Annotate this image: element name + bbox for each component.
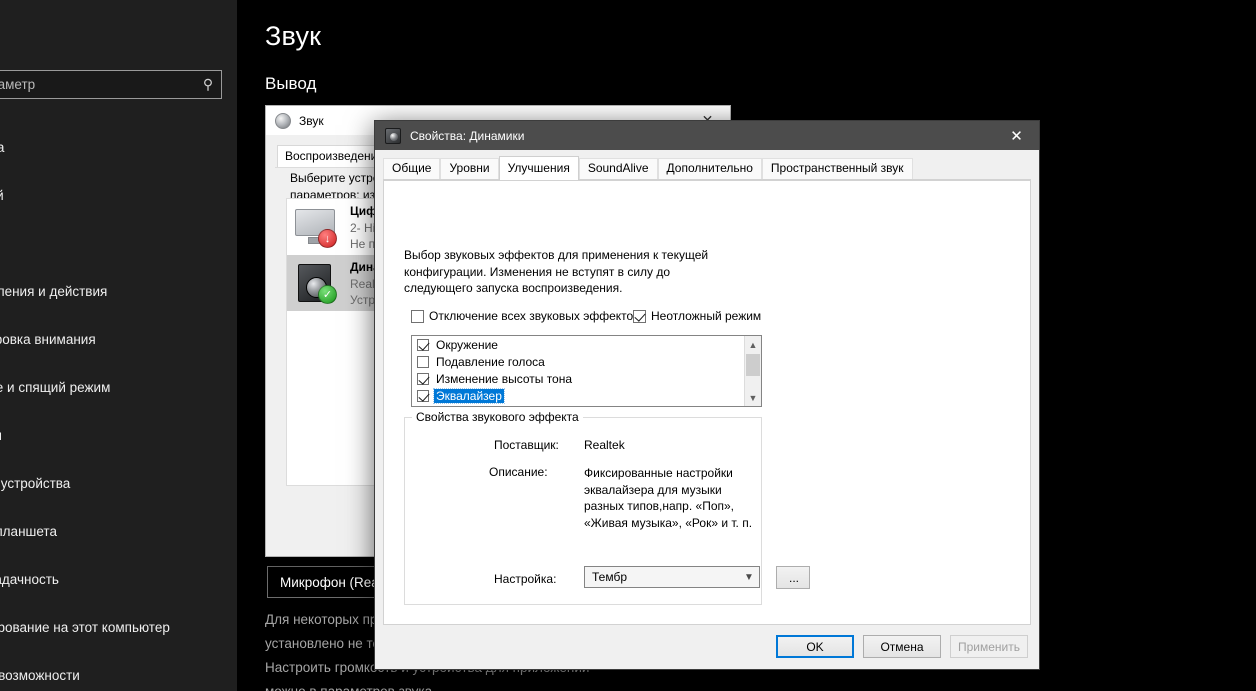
speaker-icon [275, 112, 291, 129]
effect-row-pitch-shift[interactable]: Изменение высоты тона [412, 370, 761, 387]
sidebar-item-label: Фокусировка внимания [0, 331, 96, 347]
sidebar-item-focus-assist[interactable]: Фокусировка внимания [0, 315, 236, 363]
effect-label: Окружение [436, 337, 498, 352]
properties-body: Общие Уровни Улучшения SoundAlive Дополн… [375, 150, 1039, 669]
checkbox-box[interactable] [417, 407, 429, 408]
setting-dropdown-value: Тембр [592, 570, 627, 584]
effect-row-equalizer[interactable]: Эквалайзер [412, 387, 761, 404]
default-device-badge-icon: ✓ [318, 285, 337, 304]
sidebar-item-label: Проецирование на этот компьютер [0, 619, 170, 635]
dialog-button-row: OK Отмена Применить [776, 635, 1028, 658]
browse-button[interactable]: ... [776, 566, 810, 589]
chevron-down-icon[interactable]: ▼ [745, 389, 761, 406]
speaker-properties-icon [385, 127, 401, 144]
tab-soundalive[interactable]: SoundAlive [578, 158, 658, 179]
properties-tabstrip: Общие Уровни Улучшения SoundAlive Дополн… [383, 156, 1031, 180]
tab-levels[interactable]: Уровни [440, 158, 499, 179]
sidebar-nav-list: Система Дисплей Звук Уведомления и дейст… [0, 123, 236, 691]
disable-all-effects-checkbox[interactable]: Отключение всех звуковых эффектов [411, 309, 640, 323]
cancel-button[interactable]: Отмена [863, 635, 941, 658]
sidebar-item-label: Многозадачность [0, 571, 59, 587]
checkbox-box [633, 309, 646, 323]
vendor-label: Поставщик: [494, 438, 559, 452]
effect-label: Эквалайзер [433, 387, 505, 404]
sidebar-item-label: Дисплей [0, 188, 4, 203]
checkbox-box[interactable] [417, 338, 429, 351]
sidebar-item-storage[interactable]: Память устройства [0, 459, 236, 507]
sidebar-home-item[interactable]: Главная [0, 25, 170, 40]
ok-button[interactable]: OK [776, 635, 854, 658]
description-label: Описание: [489, 465, 548, 479]
effect-row-voice-cancellation[interactable]: Подавление голоса [412, 353, 761, 370]
speaker-properties-dialog: Свойства: Динамики ✕ Общие Уровни Улучше… [374, 120, 1040, 670]
sidebar-item-multitasking[interactable]: Многозадачность [0, 555, 236, 603]
settings-sidebar: Главная Найти параметр ⚲ Система Дисплей… [0, 0, 237, 691]
properties-titlebar: Свойства: Динамики ✕ [375, 121, 1039, 150]
sidebar-item-label: Система [0, 139, 5, 155]
effect-properties-group-title: Свойства звукового эффекта [412, 410, 583, 424]
speaker-icon: ✓ [292, 261, 340, 305]
sidebar-item-tablet-mode[interactable]: Режим планшета [0, 507, 236, 555]
apply-button[interactable]: Применить [950, 635, 1028, 658]
setting-label: Настройка: [494, 572, 557, 586]
sidebar-item-label: Общие возможности [0, 667, 80, 683]
sidebar-item-projecting[interactable]: Проецирование на этот компьютер [0, 603, 236, 651]
properties-dialog-title: Свойства: Динамики [410, 128, 525, 143]
effect-row-environment[interactable]: Окружение [412, 336, 761, 353]
sound-effects-list[interactable]: Окружение Подавление голоса Изменение вы… [411, 335, 762, 407]
sidebar-item-shared-experiences[interactable]: Общие возможности [0, 651, 236, 691]
immediate-mode-checkbox[interactable]: Неотложный режим [633, 309, 761, 323]
tab-enhancements[interactable]: Улучшения [498, 156, 579, 180]
monitor-icon: ↓ [292, 205, 340, 249]
tab-advanced[interactable]: Дополнительно [657, 158, 762, 179]
effect-label: Изменение высоты тона [436, 371, 573, 386]
sound-dialog-title: Звук [299, 113, 324, 128]
vendor-value: Realtek [584, 438, 625, 452]
page-title: Звук [265, 21, 322, 51]
enhancements-tab-panel: Выбор звуковых эффектов для применения к… [383, 180, 1031, 625]
chevron-down-icon: ▼ [744, 571, 754, 583]
sidebar-item-display[interactable]: Дисплей [0, 171, 236, 219]
effects-list-scrollbar[interactable]: ▲ ▼ [744, 336, 761, 406]
sidebar-item-system[interactable]: Система [0, 123, 236, 171]
close-icon[interactable]: ✕ [994, 121, 1039, 150]
output-section-heading: Вывод [265, 74, 317, 93]
setting-dropdown[interactable]: Тембр ▼ [584, 566, 760, 588]
tab-spatial-sound[interactable]: Пространственный звук [761, 158, 913, 179]
sidebar-item-label: Память устройства [0, 475, 71, 491]
screen: Главная Найти параметр ⚲ Система Дисплей… [0, 0, 1256, 691]
sidebar-item-sound[interactable]: Звук [0, 219, 236, 267]
sidebar-item-label: Уведомления и действия [0, 283, 108, 299]
search-placeholder: Найти параметр [0, 77, 36, 92]
sidebar-item-label: Батарея [0, 428, 2, 443]
chevron-up-icon[interactable]: ▲ [745, 336, 761, 353]
checkbox-box[interactable] [417, 389, 429, 402]
checkbox-box[interactable] [417, 372, 429, 385]
search-input[interactable]: Найти параметр ⚲ [0, 70, 222, 99]
sidebar-item-battery[interactable]: Батарея [0, 411, 236, 459]
sidebar-item-power-sleep[interactable]: Питание и спящий режим [0, 363, 236, 411]
tab-general[interactable]: Общие [383, 158, 441, 179]
effect-row-partial[interactable] [412, 404, 761, 408]
checkbox-box[interactable] [417, 355, 429, 368]
description-value: Фиксированные настройки эквалайзера для … [584, 466, 753, 530]
disable-all-effects-label: Отключение всех звуковых эффектов [429, 309, 640, 323]
scrollbar-thumb[interactable] [746, 354, 760, 376]
enhancements-description: Выбор звуковых эффектов для применения к… [404, 248, 709, 295]
immediate-mode-label: Неотложный режим [651, 309, 762, 323]
sidebar-item-notifications[interactable]: Уведомления и действия [0, 267, 236, 315]
checkbox-box [411, 309, 424, 323]
effect-label: Подавление голоса [436, 354, 545, 369]
search-icon: ⚲ [202, 76, 214, 92]
disabled-badge-icon: ↓ [318, 229, 337, 248]
sidebar-item-label: Режим планшета [0, 523, 57, 539]
sidebar-item-label: Питание и спящий режим [0, 379, 111, 395]
